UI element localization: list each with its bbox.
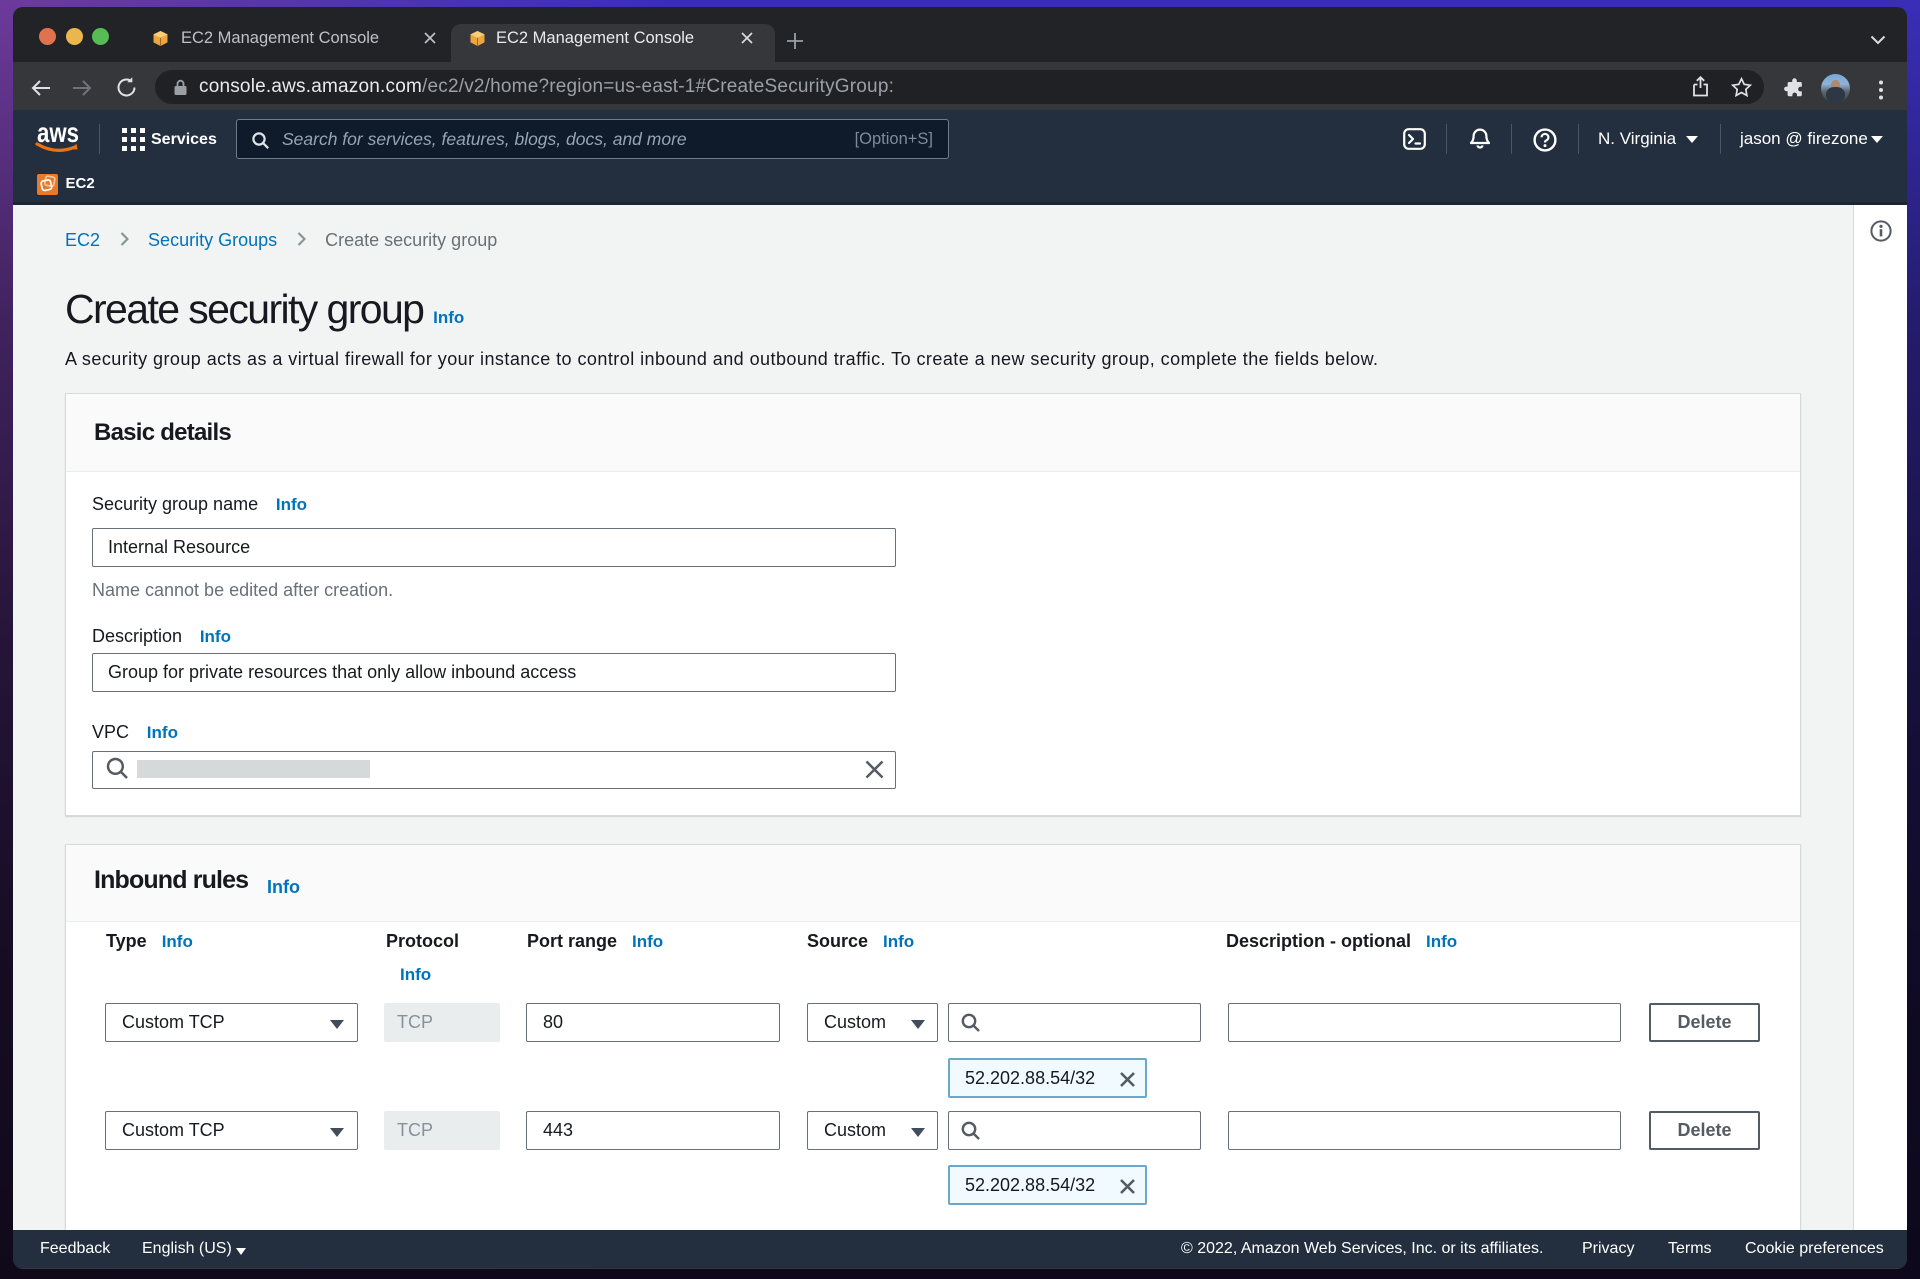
svg-text:aws: aws [37, 121, 79, 148]
